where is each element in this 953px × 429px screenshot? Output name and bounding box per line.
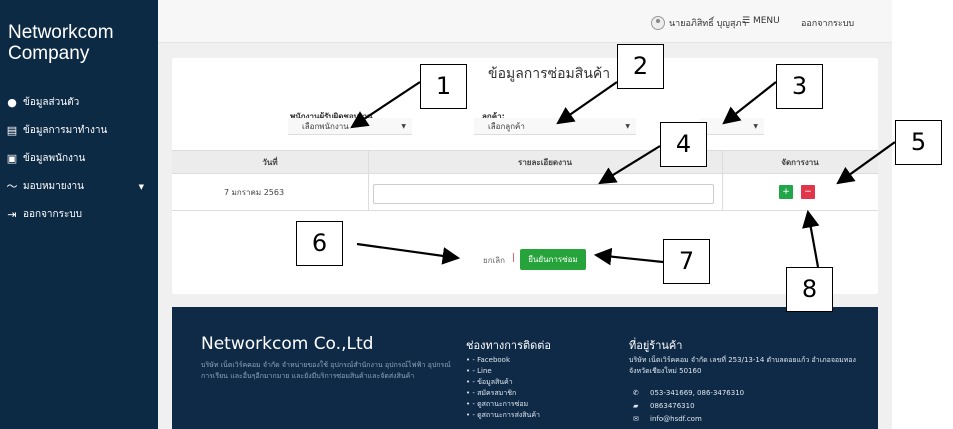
arrow-2 [556,81,618,125]
callout-7: 7 [663,239,710,284]
arrow-1 [350,81,421,129]
callout-3: 3 [776,64,823,109]
callout-1: 1 [420,64,467,109]
arrow-3 [722,81,777,125]
callout-5: 5 [895,120,942,165]
callout-4: 4 [660,122,707,167]
arrow-5 [836,141,896,185]
callout-8: 8 [786,267,833,312]
callout-2: 2 [617,44,664,89]
arrow-6 [356,242,461,265]
callout-6: 6 [296,221,343,266]
arrow-7 [593,247,664,266]
arrow-4 [598,145,661,185]
arrow-8 [802,209,820,268]
